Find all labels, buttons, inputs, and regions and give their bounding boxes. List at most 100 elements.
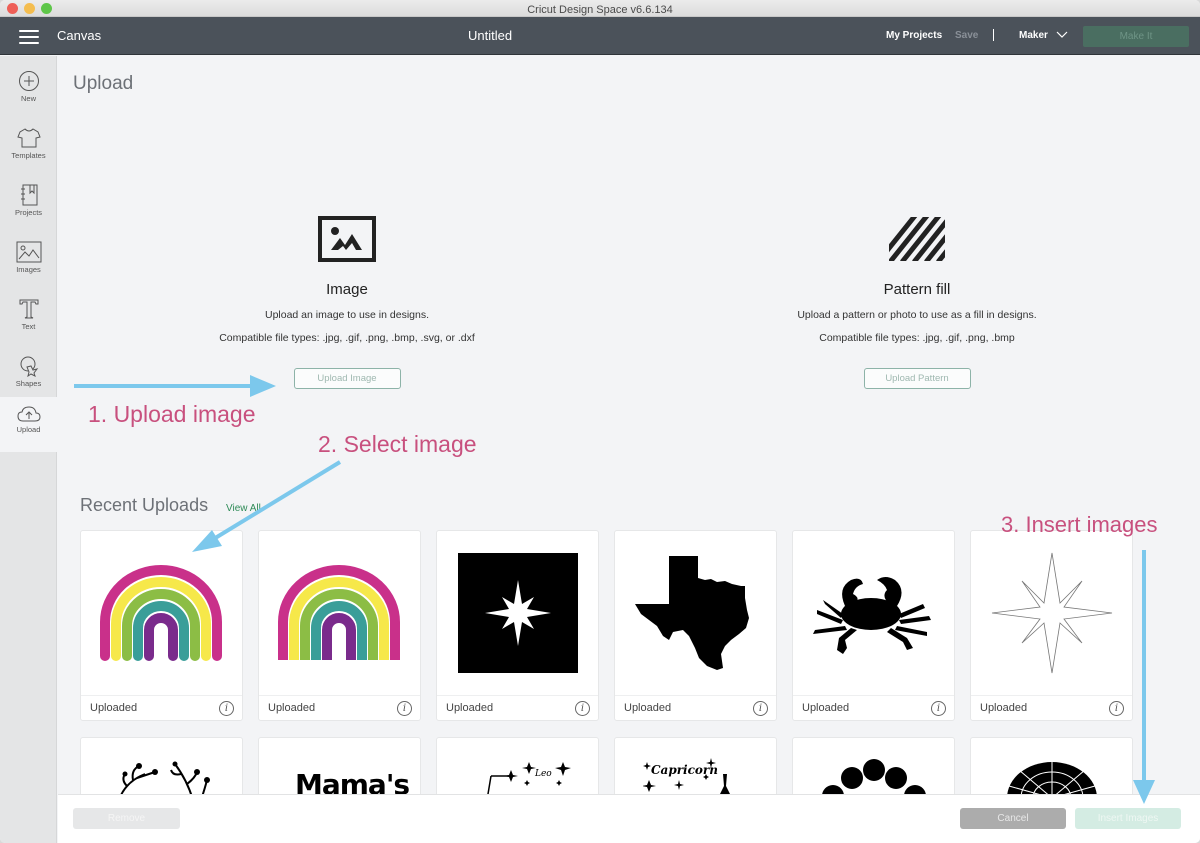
sidebar-label: New: [20, 94, 36, 103]
window-titlebar: Cricut Design Space v6.6.134: [0, 0, 1200, 17]
machine-selector[interactable]: Maker: [1019, 30, 1048, 41]
upload-tile[interactable]: Uploaded i: [970, 530, 1133, 721]
section-title: Canvas: [57, 28, 102, 43]
sidebar-label: Shapes: [15, 379, 42, 388]
insert-images-button[interactable]: Insert Images: [1075, 808, 1181, 829]
pattern-option-types: Compatible file types: .jpg, .gif, .png,…: [819, 332, 1015, 344]
image-upload-option: Image Upload an image to use in designs.…: [197, 216, 497, 389]
tile-footer: Uploaded i: [259, 695, 420, 721]
sidebar-label: Images: [16, 265, 41, 274]
upload-tile[interactable]: Mama's: [258, 737, 421, 801]
upload-tile[interactable]: Uploaded i: [792, 530, 955, 721]
page-title: Upload: [73, 73, 134, 94]
view-all-link[interactable]: View All: [226, 503, 261, 514]
upload-tile[interactable]: Leo: [436, 737, 599, 800]
sidebar-label: Projects: [14, 208, 43, 217]
pattern-option-title: Pattern fill: [883, 281, 951, 298]
tile-footer: Uploaded i: [81, 695, 242, 721]
image-icon: [318, 216, 376, 262]
tile-footer: Uploaded i: [971, 695, 1132, 721]
chevron-down-icon[interactable]: [1056, 29, 1068, 39]
recent-uploads-title: Recent Uploads: [80, 495, 209, 515]
tile-footer: Uploaded i: [615, 695, 776, 721]
image-option-types: Compatible file types: .jpg, .gif, .png,…: [219, 332, 475, 344]
text-icon: [19, 299, 38, 319]
sidebar-item-projects[interactable]: Projects: [0, 176, 57, 233]
sidebar-item-images[interactable]: Images: [0, 233, 57, 290]
upload-tile[interactable]: [80, 737, 243, 800]
plus-circle-icon: [18, 71, 39, 91]
info-icon[interactable]: i: [753, 701, 768, 716]
crab-thumbnail: [793, 531, 954, 694]
image-icon: [16, 241, 41, 263]
mandala-half-thumbnail: [1007, 762, 1097, 798]
dialog-footer: Remove Cancel Insert Images: [58, 794, 1200, 843]
sidebar-label: Text: [21, 322, 36, 331]
upload-tile[interactable]: Uploaded i: [436, 530, 599, 721]
upload-image-button[interactable]: Upload Image: [293, 368, 401, 389]
pattern-stripes-icon: [889, 217, 945, 261]
upload-tile[interactable]: [970, 737, 1133, 798]
info-icon[interactable]: i: [575, 701, 590, 716]
texas-thumbnail: [615, 531, 776, 694]
capricorn-constellation-thumbnail: Capricorn: [643, 758, 731, 796]
maximize-window-button[interactable]: [41, 3, 52, 14]
my-projects-link[interactable]: My Projects: [886, 30, 942, 41]
star-square-thumbnail: [437, 531, 598, 694]
moon-phases-thumbnail: [822, 759, 926, 798]
sidebar-label: Templates: [11, 151, 46, 160]
notebook-icon: [20, 184, 37, 206]
star-outline-thumbnail: [971, 531, 1132, 694]
constellation-label: Capricorn: [651, 763, 718, 777]
tshirt-icon: [16, 128, 41, 148]
constellation-label: Leo: [534, 769, 552, 779]
close-window-button[interactable]: [7, 3, 18, 14]
tile-label: Uploaded: [624, 702, 672, 714]
upload-tile[interactable]: Capricorn: [614, 737, 777, 797]
save-button[interactable]: Save: [955, 30, 978, 41]
rainbow-rounded-thumbnail: [81, 531, 242, 694]
pattern-option-description: Upload a pattern or photo to use as a fi…: [797, 309, 1037, 321]
sidebar-item-upload[interactable]: Upload: [0, 397, 57, 452]
annotation-step1: 1. Upload image: [88, 401, 256, 427]
tile-label: Uploaded: [90, 702, 138, 714]
menu-icon[interactable]: [19, 30, 39, 44]
window-title: Cricut Design Space v6.6.134: [527, 4, 673, 16]
remove-button[interactable]: Remove: [73, 808, 180, 829]
sidebar-item-templates[interactable]: Templates: [0, 119, 57, 176]
tile-label: Uploaded: [268, 702, 316, 714]
tile-label: Uploaded: [446, 702, 494, 714]
make-it-button[interactable]: Make It: [1083, 26, 1189, 47]
cancel-button[interactable]: Cancel: [960, 808, 1066, 829]
shapes-icon: [20, 356, 38, 377]
pattern-upload-option: Pattern fill Upload a pattern or photo t…: [767, 216, 1067, 389]
sidebar-item-new[interactable]: New: [0, 62, 57, 119]
upload-tile[interactable]: Uploaded i: [80, 530, 243, 721]
rainbow-flat-thumbnail: [259, 531, 420, 694]
info-icon[interactable]: i: [931, 701, 946, 716]
annotation-step2: 2. Select image: [318, 431, 477, 457]
app-header: Canvas Untitled My Projects Save Maker M…: [0, 17, 1200, 55]
project-title[interactable]: Untitled: [468, 28, 512, 43]
upload-tile[interactable]: [792, 737, 955, 798]
sidebar-item-shapes[interactable]: Shapes: [0, 347, 57, 404]
tile-label: Uploaded: [802, 702, 850, 714]
info-icon[interactable]: i: [397, 701, 412, 716]
tile-label: Uploaded: [980, 702, 1028, 714]
upload-tile[interactable]: Uploaded i: [614, 530, 777, 721]
annotation-step3: 3. Insert images: [1001, 512, 1158, 537]
sidebar-label: Upload: [16, 425, 41, 434]
info-icon[interactable]: i: [219, 701, 234, 716]
tile-footer: Uploaded i: [437, 695, 598, 721]
minimize-window-button[interactable]: [24, 3, 35, 14]
info-icon[interactable]: i: [1109, 701, 1124, 716]
image-option-description: Upload an image to use in designs.: [264, 309, 430, 321]
upload-pattern-button[interactable]: Upload Pattern: [863, 368, 971, 389]
sidebar-item-text[interactable]: Text: [0, 290, 57, 347]
header-divider: [993, 29, 994, 41]
upload-tile[interactable]: Uploaded i: [258, 530, 421, 721]
image-option-title: Image: [326, 281, 368, 298]
app-window: Cricut Design Space v6.6.134 Canvas Unti…: [0, 0, 1200, 843]
cloud-upload-icon: [16, 406, 41, 422]
tile-footer: Uploaded i: [793, 695, 954, 721]
